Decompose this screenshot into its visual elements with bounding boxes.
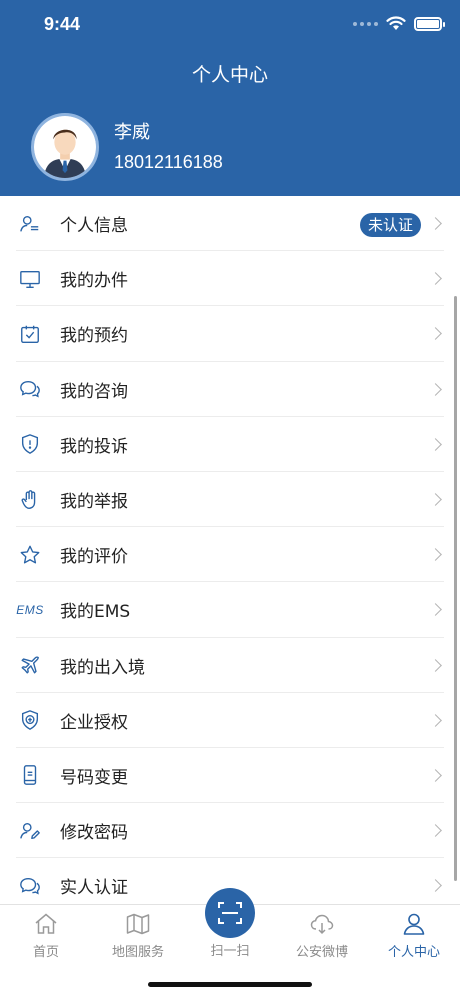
chevron-right-icon: [429, 327, 442, 341]
menu-item-change-password[interactable]: 修改密码: [0, 803, 460, 859]
menu-item-personal-info[interactable]: 个人信息 未认证: [0, 196, 460, 252]
tab-label-scan[interactable]: 扫一扫: [184, 940, 276, 959]
menu-item-label: 号码变更: [60, 767, 128, 788]
chat-bubbles-icon: [18, 377, 42, 401]
home-indicator: [148, 982, 312, 987]
edit-password-icon: [18, 819, 42, 843]
wifi-icon: [386, 16, 406, 30]
menu-item-label: 我的办件: [60, 271, 128, 292]
chevron-right-icon: [429, 603, 442, 617]
menu-item-my-inquiries[interactable]: 我的咨询: [0, 362, 460, 417]
menu-item-label: 个人信息: [60, 216, 128, 237]
cloud-icon: [309, 911, 335, 937]
chevron-right-icon: [429, 824, 442, 838]
menu-item-label: 修改密码: [60, 823, 128, 844]
profile-header: 9:44 个人中心 李威 18012116188: [0, 0, 460, 196]
menu-item-my-ems[interactable]: EMS 我的EMS: [0, 582, 460, 638]
tab-personal-center[interactable]: 个人中心: [368, 905, 460, 965]
star-icon: [18, 543, 42, 567]
menu-item-my-reports[interactable]: 我的举报: [0, 472, 460, 528]
status-indicators: [353, 16, 445, 31]
raised-hand-icon: [18, 488, 42, 512]
ems-icon: EMS: [16, 598, 44, 622]
chevron-right-icon: [429, 272, 442, 286]
user-info-icon: [18, 212, 42, 236]
enterprise-shield-icon: [18, 708, 42, 732]
user-phone: 18012116188: [114, 152, 223, 172]
chevron-right-icon: [429, 713, 442, 727]
map-icon: [125, 911, 151, 937]
menu-item-my-affairs[interactable]: 我的办件: [0, 251, 460, 307]
user-name: 李威: [114, 122, 150, 143]
tab-label: 公安微博: [295, 945, 348, 960]
tab-home[interactable]: 首页: [0, 905, 92, 965]
monitor-icon: [18, 267, 42, 291]
phone-icon: [18, 763, 42, 787]
menu-item-label: 企业授权: [60, 712, 128, 733]
menu-item-label: 实人认证: [60, 878, 128, 899]
menu-item-label: 我的出入境: [60, 657, 145, 678]
signal-icon: [353, 21, 378, 26]
menu-item-my-entry-exit[interactable]: 我的出入境: [0, 638, 460, 693]
chat-bubbles-icon: [18, 874, 42, 898]
chevron-right-icon: [429, 437, 442, 451]
menu-item-my-evaluations[interactable]: 我的评价: [0, 527, 460, 583]
menu-item-my-complaints[interactable]: 我的投诉: [0, 417, 460, 473]
menu-item-label: 我的咨询: [60, 381, 128, 402]
menu-item-label: 我的举报: [60, 492, 128, 513]
shield-alert-icon: [18, 432, 42, 456]
tab-label: 首页: [32, 945, 59, 960]
chevron-right-icon: [429, 658, 442, 672]
calendar-check-icon: [18, 322, 42, 346]
chevron-right-icon: [429, 493, 442, 506]
menu-list: 个人信息 未认证 我的办件 我的预约 我的咨询 我的投诉 我的举报 我的评价 E…: [0, 196, 460, 904]
chevron-right-icon: [429, 879, 442, 893]
menu-item-label: 我的评价: [60, 547, 128, 568]
avatar-illustration-icon: [34, 116, 96, 178]
battery-icon: [414, 16, 445, 31]
person-icon: [401, 911, 427, 937]
status-bar: 9:44: [0, 0, 460, 50]
chevron-right-icon: [429, 548, 442, 562]
tab-map-services[interactable]: 地图服务: [92, 905, 184, 965]
menu-item-my-appointments[interactable]: 我的预约: [0, 306, 460, 362]
scan-button[interactable]: [205, 888, 255, 938]
page-title: 个人中心: [191, 64, 268, 86]
tab-label: 个人中心: [387, 945, 440, 960]
chevron-right-icon: [429, 217, 442, 230]
menu-item-label: 我的投诉: [60, 436, 128, 457]
home-icon: [33, 911, 59, 937]
menu-item-label: 我的预约: [60, 326, 128, 347]
ems-icon-text: EMS: [16, 602, 44, 617]
menu-item-enterprise-authorization[interactable]: 企业授权: [0, 693, 460, 749]
menu-item-label: 我的EMS: [60, 602, 131, 623]
tab-label: 地图服务: [111, 945, 164, 960]
avatar[interactable]: [31, 113, 99, 181]
airplane-icon: [18, 653, 42, 677]
menu-item-number-change[interactable]: 号码变更: [0, 748, 460, 804]
chevron-right-icon: [429, 382, 442, 396]
verification-status-badge: 未认证: [359, 213, 421, 237]
status-time: 9:44: [44, 14, 81, 34]
scan-icon: [218, 902, 242, 924]
scrollbar[interactable]: [454, 296, 457, 881]
tab-police-weibo[interactable]: 公安微博: [276, 905, 368, 965]
chevron-right-icon: [429, 769, 442, 782]
